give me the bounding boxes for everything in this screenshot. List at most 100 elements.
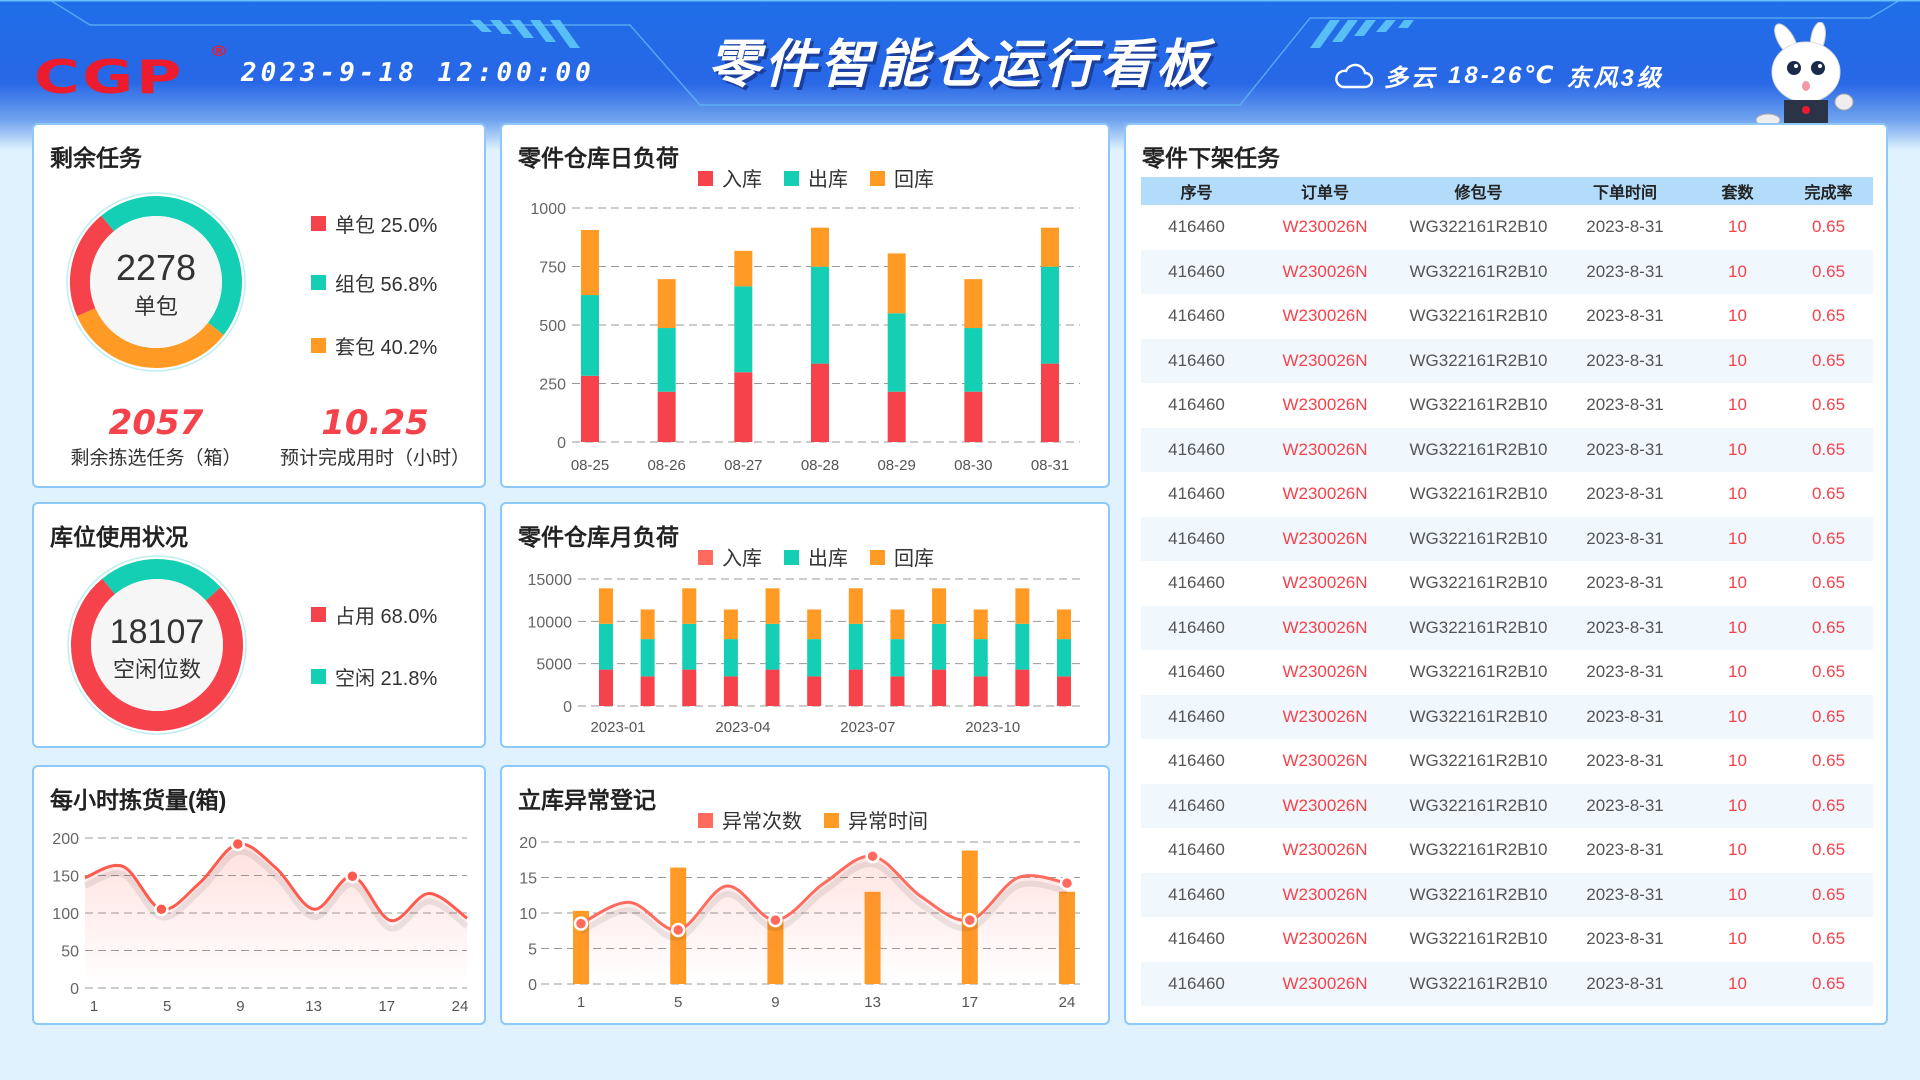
table-cell: 10 — [1728, 306, 1747, 326]
bar-segment — [1041, 266, 1059, 364]
table-row[interactable]: 416460 W230026N WG322161R2B10 2023-8-31 10 0.… — [1141, 249, 1873, 294]
x-tick-label: 08-26 — [647, 457, 685, 474]
table-cell: 416460 — [1168, 217, 1225, 237]
table-cell: W230026N — [1282, 662, 1368, 682]
table-cell: 416460 — [1141, 605, 1252, 650]
table-row[interactable]: 416460 W230026N WG322161R2B10 2023-8-31 10 0.… — [1141, 338, 1873, 383]
legend-swatch — [311, 669, 326, 684]
table-row[interactable]: 416460 W230026N WG322161R2B10 2023-8-31 10 0.… — [1141, 739, 1873, 784]
table-row[interactable]: 416460 W230026N WG322161R2B10 2023-8-31 10 0.… — [1141, 561, 1873, 606]
y-tick-label: 5000 — [536, 657, 572, 674]
table-cell: 10 — [1728, 751, 1747, 771]
x-tick-label: 2023-10 — [965, 719, 1020, 736]
table-cell: 0.65 — [1784, 605, 1873, 650]
table-cell: W230026N — [1282, 484, 1368, 504]
x-tick-label: 13 — [864, 994, 881, 1011]
table-row[interactable]: 416460 W230026N WG322161R2B10 2023-8-31 10 0.… — [1141, 605, 1873, 650]
table-cell: 2023-8-31 — [1586, 217, 1664, 237]
table-row[interactable]: 416460 W230026N WG322161R2B10 2023-8-31 10 0.… — [1141, 383, 1873, 428]
bar-segment — [1015, 669, 1030, 706]
bar-segment — [682, 623, 697, 670]
table-cell: 416460 — [1168, 840, 1225, 860]
y-tick-label: 0 — [528, 977, 537, 994]
bar-segment — [964, 328, 983, 392]
bar-segment — [807, 609, 822, 640]
x-tick-label: 2023-04 — [715, 719, 770, 736]
legend-item-single: 单包 25.0% — [311, 209, 437, 238]
remaining-tasks-panel: 剩余任务 2278 单包 单包 25.0% 组包 56.8% 套包 40.2% 2… — [32, 123, 486, 488]
table-row[interactable]: 416460 W230026N WG322161R2B10 2023-8-31 10 0.… — [1141, 294, 1873, 339]
bar-segment — [599, 623, 613, 670]
table-cell: 0.65 — [1811, 929, 1846, 949]
y-tick-label: 200 — [52, 831, 79, 848]
table-cell: W230026N — [1252, 249, 1398, 294]
table-cell: 0.65 — [1784, 516, 1873, 561]
table-row[interactable]: 416460 W230026N WG322161R2B10 2023-8-31 10 0.… — [1141, 961, 1873, 1006]
bar-segment — [640, 676, 655, 706]
data-point — [768, 912, 783, 928]
table-cell: WG322161R2B10 — [1398, 516, 1559, 561]
x-tick-label: 9 — [771, 994, 779, 1011]
table-row[interactable]: 416460 W230026N WG322161R2B10 2023-8-31 10 0.… — [1141, 917, 1873, 962]
x-tick-label: 1 — [90, 998, 98, 1015]
bar-segment — [932, 588, 947, 624]
table-cell: 0.65 — [1784, 338, 1873, 383]
exception-panel: 立库异常登记 异常次数 异常时间 0 5 10 15 20 1 5 9 13 17 24 — [500, 765, 1110, 1025]
table-cell: 416460 — [1141, 961, 1252, 1006]
table-row[interactable]: 416460 W230026N WG322161R2B10 2023-8-31 10 0.… — [1141, 427, 1873, 472]
table-cell: 0.65 — [1784, 249, 1873, 294]
bar-segment — [848, 669, 863, 706]
legend-swatch — [311, 607, 326, 622]
table-cell: 0.65 — [1784, 694, 1873, 739]
cloud-icon — [1335, 63, 1374, 88]
table-cell: 10 — [1691, 605, 1784, 650]
table-row[interactable]: 416460 W230026N WG322161R2B10 2023-8-31 10 0.… — [1141, 872, 1873, 917]
data-point — [1059, 875, 1075, 891]
table-row[interactable]: 416460 W230026N WG322161R2B10 2023-8-31 10 0.… — [1141, 472, 1873, 517]
table-cell: W230026N — [1252, 605, 1398, 650]
table-cell: 416460 — [1141, 694, 1252, 739]
table-cell: 10 — [1691, 427, 1784, 472]
y-tick-label: 0 — [70, 981, 79, 998]
table-row[interactable]: 416460 W230026N WG322161R2B10 2023-8-31 10 0.… — [1141, 205, 1873, 250]
table-row[interactable]: 416460 W230026N WG322161R2B10 2023-8-31 10 0.… — [1141, 694, 1873, 739]
table-cell: WG322161R2B10 — [1409, 929, 1548, 949]
donut-center-label: 单包 — [134, 294, 178, 319]
bar-segment — [932, 669, 947, 706]
legend-item-group: 组包 56.8% — [311, 268, 437, 297]
bar-segment — [657, 328, 676, 392]
bar-segment — [973, 639, 988, 677]
table-cell: WG322161R2B10 — [1409, 662, 1548, 682]
legend-label: 套包 40.2% — [335, 337, 438, 359]
bar-segment — [581, 375, 599, 442]
table-cell: WG322161R2B10 — [1398, 694, 1559, 739]
x-tick-label: 2023-07 — [840, 719, 895, 736]
x-tick-label: 9 — [236, 998, 244, 1015]
remaining-boxes-label: 剩余拣选任务（箱） — [70, 448, 242, 469]
table-cell: W230026N — [1252, 427, 1398, 472]
remaining-boxes-value: 2057 — [108, 403, 204, 443]
table-cell: 0.65 — [1811, 217, 1846, 237]
bar-segment — [887, 313, 906, 392]
table-cell: WG322161R2B10 — [1409, 395, 1548, 415]
bar-segment — [1015, 588, 1030, 624]
storage-usage-panel: 库位使用状况 18107 空闲位数 占用 68.0% 空闲 21.8% — [32, 502, 486, 748]
bar-segment — [734, 286, 753, 373]
table-cell: 10 — [1728, 573, 1747, 593]
data-point — [230, 836, 246, 852]
donut-center-value: 18107 — [110, 613, 205, 651]
table-cell: WG322161R2B10 — [1398, 427, 1559, 472]
table-row[interactable]: 416460 W230026N WG322161R2B10 2023-8-31 10 0.… — [1141, 516, 1873, 561]
table-row[interactable]: 416460 W230026N WG322161R2B10 2023-8-31 10 0.… — [1141, 650, 1873, 695]
table-row[interactable]: 416460 W230026N WG322161R2B10 2023-8-31 10 0.… — [1141, 783, 1873, 828]
bar-segment — [811, 363, 829, 442]
table-cell: 416460 — [1168, 751, 1225, 771]
table-cell: 2023-8-31 — [1559, 427, 1691, 472]
weather-temp: 18-26℃ — [1448, 62, 1557, 89]
column-header: 序号 — [1141, 177, 1252, 205]
table-row[interactable]: 416460 W230026N WG322161R2B10 2023-8-31 10 0.… — [1141, 828, 1873, 873]
donut-center-label: 空闲位数 — [113, 657, 201, 682]
table-cell: W230026N — [1282, 751, 1368, 771]
data-point — [154, 902, 169, 917]
table-cell: 0.65 — [1784, 783, 1873, 828]
